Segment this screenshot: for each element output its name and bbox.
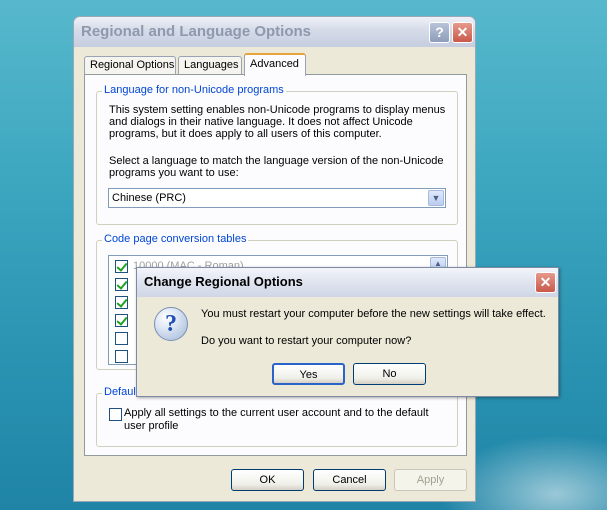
- tab-regional-options[interactable]: Regional Options: [84, 56, 176, 75]
- language-select-value: Chinese (PRC): [112, 192, 186, 204]
- code-page-checkbox[interactable]: [115, 296, 128, 309]
- regional-options-window: Regional and Language Options ? ✕ Region…: [73, 16, 476, 502]
- dialog-title-bar: Change Regional Options ✕: [137, 268, 558, 297]
- code-page-checkbox[interactable]: [115, 332, 128, 345]
- dialog-title: Change Regional Options: [144, 274, 303, 289]
- language-select-prompt: Select a language to match the language …: [109, 155, 444, 179]
- yes-button[interactable]: Yes: [272, 363, 345, 385]
- default-settings-group: Default Apply all settings to the curren…: [96, 386, 458, 447]
- apply-all-label[interactable]: Apply all settings to the current user a…: [124, 407, 444, 433]
- change-regional-options-dialog: Change Regional Options ✕ ? You must res…: [136, 267, 559, 397]
- close-button[interactable]: ✕: [452, 22, 473, 43]
- non-unicode-group: Language for non-Unicode programs This s…: [96, 84, 458, 225]
- code-page-checkbox[interactable]: [115, 260, 128, 273]
- help-button[interactable]: ?: [429, 22, 450, 43]
- advanced-tab-page: Language for non-Unicode programs This s…: [84, 74, 467, 456]
- non-unicode-legend: Language for non-Unicode programs: [102, 84, 286, 96]
- dialog-message-restart: You must restart your computer before th…: [201, 308, 546, 320]
- tab-languages[interactable]: Languages: [178, 56, 242, 75]
- help-icon: ?: [435, 24, 444, 40]
- cancel-button[interactable]: Cancel: [313, 469, 386, 491]
- window-title-bar: Regional and Language Options ? ✕: [74, 17, 475, 47]
- dialog-message-question: Do you want to restart your computer now…: [201, 335, 412, 347]
- close-icon: ✕: [539, 274, 552, 290]
- tab-advanced[interactable]: Advanced: [244, 53, 306, 76]
- window-title: Regional and Language Options: [81, 23, 312, 40]
- code-page-checkbox[interactable]: [115, 314, 128, 327]
- code-page-checkbox[interactable]: [115, 350, 128, 363]
- question-icon: ?: [154, 307, 188, 341]
- code-page-legend: Code page conversion tables: [102, 233, 249, 245]
- apply-button[interactable]: Apply: [394, 469, 467, 491]
- apply-all-checkbox[interactable]: [109, 408, 122, 421]
- close-icon: ✕: [456, 24, 469, 40]
- non-unicode-description: This system setting enables non-Unicode …: [109, 104, 446, 140]
- no-button[interactable]: No: [353, 363, 426, 385]
- ok-button[interactable]: OK: [231, 469, 304, 491]
- language-select[interactable]: Chinese (PRC) ▼: [108, 188, 446, 208]
- chevron-down-icon[interactable]: ▼: [428, 190, 444, 206]
- code-page-checkbox[interactable]: [115, 278, 128, 291]
- dialog-close-button[interactable]: ✕: [535, 272, 556, 293]
